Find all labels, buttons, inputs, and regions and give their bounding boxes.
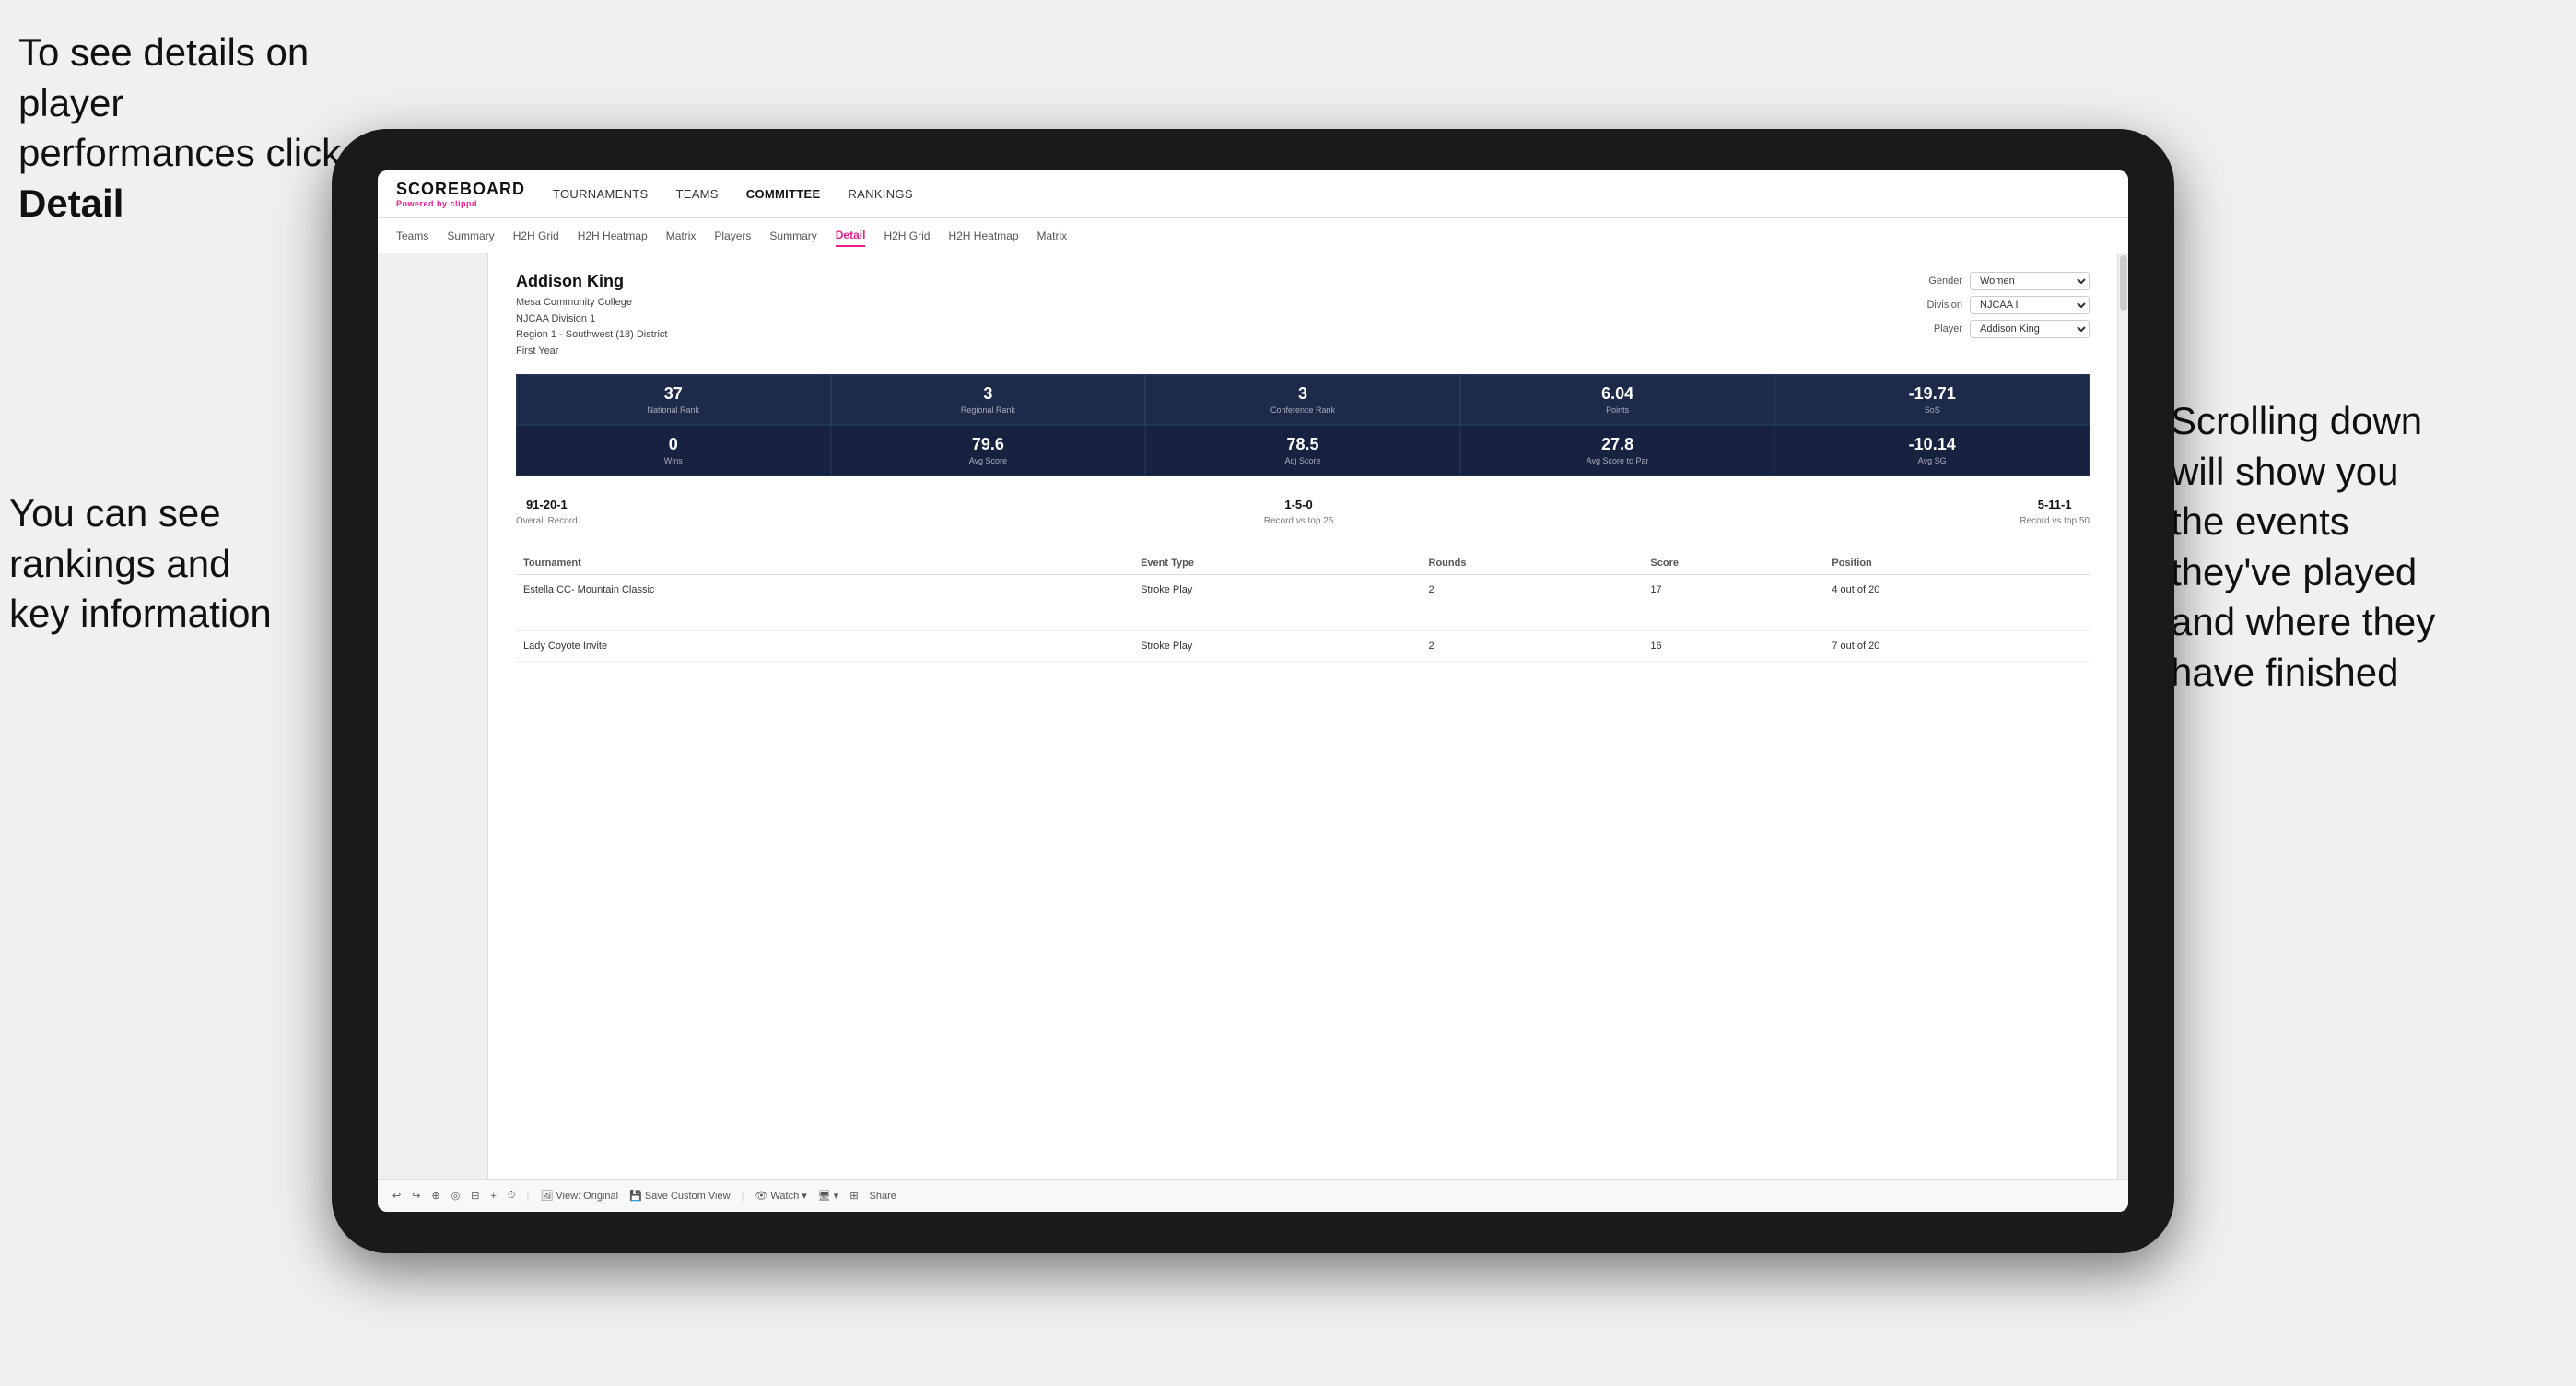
table-row[interactable]: Lady Coyote Invite Stroke Play 2 16 7 ou… — [516, 631, 2090, 662]
player-select[interactable]: Addison King — [1970, 320, 2090, 338]
th-event-type: Event Type — [1133, 552, 1421, 575]
stat-points: 6.04 Points — [1460, 374, 1775, 425]
stat-sos: -19.71 SoS — [1774, 374, 2090, 425]
td-event-type-1: Stroke Play — [1133, 575, 1421, 605]
toolbar-undo[interactable]: ↩ — [392, 1190, 401, 1202]
player-header: Addison King Mesa Community College NJCA… — [516, 272, 2090, 359]
tablet-screen: SCOREBOARD Powered by clippd TOURNAMENTS… — [378, 170, 2128, 1212]
main-content[interactable]: Addison King Mesa Community College NJCA… — [488, 253, 2117, 1179]
td-tournament-1: Estella CC- Mountain Classic — [516, 575, 1133, 605]
division-select[interactable]: NJCAA I — [1970, 296, 2090, 314]
right-scrollbar[interactable] — [2117, 253, 2128, 1179]
gender-select[interactable]: Women — [1970, 272, 2090, 290]
stat-wins: 0 Wins — [516, 425, 831, 476]
content-area: Addison King Mesa Community College NJCA… — [378, 253, 2128, 1179]
tablet-frame: SCOREBOARD Powered by clippd TOURNAMENTS… — [332, 129, 2174, 1253]
tab-players[interactable]: Players — [714, 226, 751, 246]
table-row[interactable]: Estella CC- Mountain Classic Stroke Play… — [516, 575, 2090, 605]
stat-avg-score-to-par: 27.8 Avg Score to Par — [1460, 425, 1775, 476]
tab-matrix[interactable]: Matrix — [666, 226, 697, 246]
stat-avg-score: 79.6 Avg Score — [831, 425, 1146, 476]
tab-detail[interactable]: Detail — [836, 225, 866, 247]
toolbar-remove[interactable]: ⊟ — [471, 1190, 479, 1202]
stats-grid-1: 37 National Rank 3 Regional Rank 3 Confe… — [516, 374, 2090, 425]
player-label: Player — [1912, 323, 1962, 335]
td-rounds-1: 2 — [1422, 575, 1644, 605]
toolbar-target[interactable]: ◎ — [451, 1190, 461, 1202]
stat-national-rank: 37 National Rank — [516, 374, 831, 425]
toolbar-screen[interactable]: 🖥 ▾ — [818, 1190, 839, 1202]
nav-teams[interactable]: TEAMS — [675, 183, 718, 205]
nav-items: TOURNAMENTS TEAMS COMMITTEE RANKINGS — [553, 183, 913, 205]
toolbar-timer[interactable]: ⏱ — [508, 1190, 516, 1202]
th-score: Score — [1643, 552, 1824, 575]
td-tournament-3: Lady Coyote Invite — [516, 631, 1133, 662]
toolbar-sep2: | — [742, 1191, 744, 1202]
records-row: 91-20-1 Overall Record 1-5-0 Record vs t… — [516, 490, 2090, 535]
bottom-toolbar: ↩ ↪ ⊕ ◎ ⊟ + ⏱ | 🖼 View: Original 💾 Save … — [378, 1179, 2128, 1212]
record-top25: 1-5-0 Record vs top 25 — [1264, 498, 1334, 528]
division-label: Division — [1912, 300, 1962, 311]
stat-conference-rank: 3 Conference Rank — [1145, 374, 1460, 425]
annotation-right: Scrolling down will show you the events … — [2171, 396, 2558, 699]
player-division: NJCAA Division 1 — [516, 311, 667, 328]
tab-h2h-heatmap2[interactable]: H2H Heatmap — [948, 226, 1018, 246]
stat-regional-rank: 3 Regional Rank — [831, 374, 1146, 425]
tab-teams[interactable]: Teams — [396, 226, 428, 246]
toolbar-view-original[interactable]: 🖼 View: Original — [540, 1190, 618, 1202]
left-sidebar — [378, 253, 488, 1179]
table-row-empty — [516, 605, 2090, 631]
th-position: Position — [1824, 552, 2090, 575]
scroll-thumb[interactable] — [2120, 255, 2127, 311]
td-score-3: 16 — [1643, 631, 1824, 662]
player-filters: Gender Women Division NJCAA I — [1912, 272, 2090, 338]
annotation-bottom-left: You can see rankings and key information — [9, 488, 359, 640]
nav-committee[interactable]: COMMITTEE — [746, 183, 821, 205]
logo-sub: Powered by clippd — [396, 199, 525, 208]
player-region: Region 1 - Southwest (18) District — [516, 327, 667, 344]
tab-summary[interactable]: Summary — [447, 226, 494, 246]
td-position-3: 7 out of 20 — [1824, 631, 2090, 662]
record-overall: 91-20-1 Overall Record — [516, 498, 578, 528]
logo-text: SCOREBOARD — [396, 180, 525, 199]
stat-adj-score: 78.5 Adj Score — [1145, 425, 1460, 476]
th-rounds: Rounds — [1422, 552, 1644, 575]
player-year: First Year — [516, 344, 667, 360]
toolbar-share[interactable]: Share — [870, 1191, 896, 1202]
tab-summary2[interactable]: Summary — [769, 226, 816, 246]
td-position-1: 4 out of 20 — [1824, 575, 2090, 605]
toolbar-redo[interactable]: ↪ — [412, 1190, 420, 1202]
td-event-type-3: Stroke Play — [1133, 631, 1421, 662]
th-tournament: Tournament — [516, 552, 1133, 575]
filter-player-row: Player Addison King — [1912, 320, 2090, 338]
record-top50: 5-11-1 Record vs top 50 — [2020, 498, 2090, 528]
player-info: Addison King Mesa Community College NJCA… — [516, 272, 667, 359]
filter-division-row: Division NJCAA I — [1912, 296, 2090, 314]
toolbar-sep1: | — [527, 1191, 530, 1202]
nav-rankings[interactable]: RANKINGS — [848, 183, 912, 205]
toolbar-watch[interactable]: 👁 Watch ▾ — [755, 1190, 806, 1202]
logo-area: SCOREBOARD Powered by clippd — [396, 180, 525, 208]
player-name: Addison King — [516, 272, 667, 291]
tournament-table: Tournament Event Type Rounds Score Posit… — [516, 552, 2090, 662]
annotation-top-left: To see details on player performances cl… — [18, 28, 369, 229]
secondary-tabs: Teams Summary H2H Grid H2H Heatmap Matri… — [378, 218, 2128, 253]
tab-h2h-heatmap[interactable]: H2H Heatmap — [578, 226, 648, 246]
td-score-1: 17 — [1643, 575, 1824, 605]
toolbar-grid[interactable]: ⊞ — [849, 1190, 858, 1202]
player-school: Mesa Community College — [516, 295, 667, 311]
td-rounds-3: 2 — [1422, 631, 1644, 662]
tab-h2h-grid2[interactable]: H2H Grid — [884, 226, 930, 246]
nav-tournaments[interactable]: TOURNAMENTS — [553, 183, 648, 205]
toolbar-plus[interactable]: + — [490, 1191, 496, 1202]
stats-grid-2: 0 Wins 79.6 Avg Score 78.5 Adj Score 27.… — [516, 425, 2090, 476]
tab-h2h-grid[interactable]: H2H Grid — [513, 226, 559, 246]
gender-label: Gender — [1912, 276, 1962, 287]
top-nav: SCOREBOARD Powered by clippd TOURNAMENTS… — [378, 170, 2128, 218]
filter-gender-row: Gender Women — [1912, 272, 2090, 290]
tab-matrix2[interactable]: Matrix — [1037, 226, 1068, 246]
toolbar-add[interactable]: ⊕ — [431, 1190, 439, 1202]
toolbar-save-custom[interactable]: 💾 Save Custom View — [629, 1190, 730, 1202]
stat-avg-sg: -10.14 Avg SG — [1774, 425, 2090, 476]
